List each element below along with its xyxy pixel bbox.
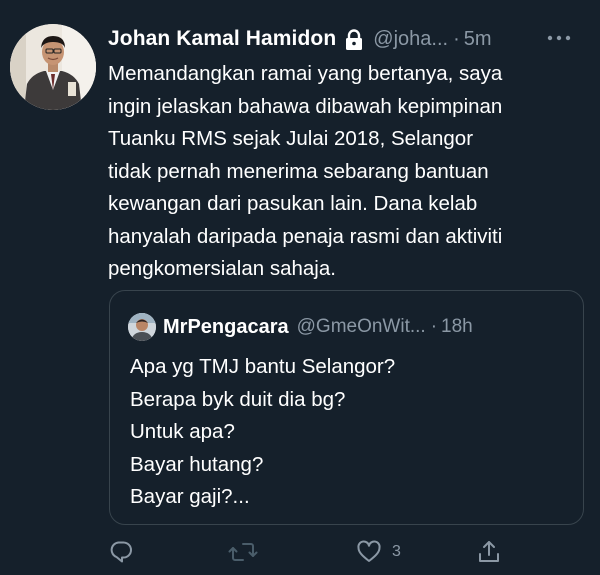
more-horizontal-icon[interactable] [544, 28, 574, 48]
tweet-text-line: ingin jelaskan bahawa dibawah kepimpinan [108, 94, 503, 118]
tweet-text-line: Tuanku RMS sejak Julai 2018, Selangor [108, 127, 474, 150]
tweet-header: Johan Kamal Hamidon @joha... · 5m [108, 24, 588, 54]
header-separator: · [453, 27, 460, 50]
tweet-text-line: hanyalah daripada penaja rasmi dan aktiv… [108, 224, 503, 248]
tweet-text-line: tidak pernah menerima sebarang bantuan [108, 159, 489, 183]
lock-icon [344, 29, 364, 51]
quoted-tweet-header: MrPengacara @GmeOnWit... · 18h [128, 313, 473, 341]
reply-icon [108, 539, 134, 565]
quoted-tweet-body: Apa yg TMJ bantu Selangor? Berapa byk du… [130, 351, 570, 514]
tweet-action-bar: 3 [0, 538, 600, 568]
quoted-text-line: Apa yg TMJ bantu Selangor? [130, 355, 396, 378]
quoted-header-separator: · [430, 316, 438, 337]
tweet-text-line: pengkomersialan sahaja. [108, 257, 336, 280]
retweet-button[interactable] [228, 538, 268, 566]
quoted-author-avatar[interactable] [128, 313, 156, 341]
author-handle[interactable]: @joha... [373, 28, 448, 51]
retweet-icon [228, 539, 258, 565]
tweet-card: Johan Kamal Hamidon @joha... · 5m Memand… [0, 0, 600, 575]
tweet-body: Memandangkan ramai yang bertanya, saya i… [108, 58, 590, 286]
tweet-text-line: kewangan dari pasukan lain. Dana kelab [108, 192, 478, 215]
tweet-text-line: Memandangkan ramai yang bertanya, saya [108, 62, 503, 85]
quoted-author-handle[interactable]: @GmeOnWit... [297, 316, 426, 338]
quoted-tweet[interactable]: MrPengacara @GmeOnWit... · 18h Apa yg TM… [109, 290, 584, 525]
like-button[interactable]: 3 [356, 538, 401, 566]
quoted-author-display-name[interactable]: MrPengacara [163, 316, 289, 339]
quoted-text-line: Bayar gaji?... [130, 485, 250, 508]
quoted-text-line: Untuk apa? [130, 420, 235, 443]
author-avatar[interactable] [10, 24, 96, 110]
share-button[interactable] [476, 538, 512, 566]
quoted-text-line: Berapa byk duit dia bg? [130, 387, 346, 411]
quoted-text-line: Bayar hutang? [130, 452, 264, 476]
share-icon [476, 539, 502, 565]
tweet-timestamp[interactable]: 5m [464, 28, 492, 51]
quoted-tweet-timestamp[interactable]: 18h [441, 316, 473, 338]
reply-button[interactable] [108, 538, 144, 566]
like-count: 3 [392, 543, 401, 560]
author-display-name[interactable]: Johan Kamal Hamidon [108, 27, 336, 51]
heart-icon [356, 539, 382, 565]
